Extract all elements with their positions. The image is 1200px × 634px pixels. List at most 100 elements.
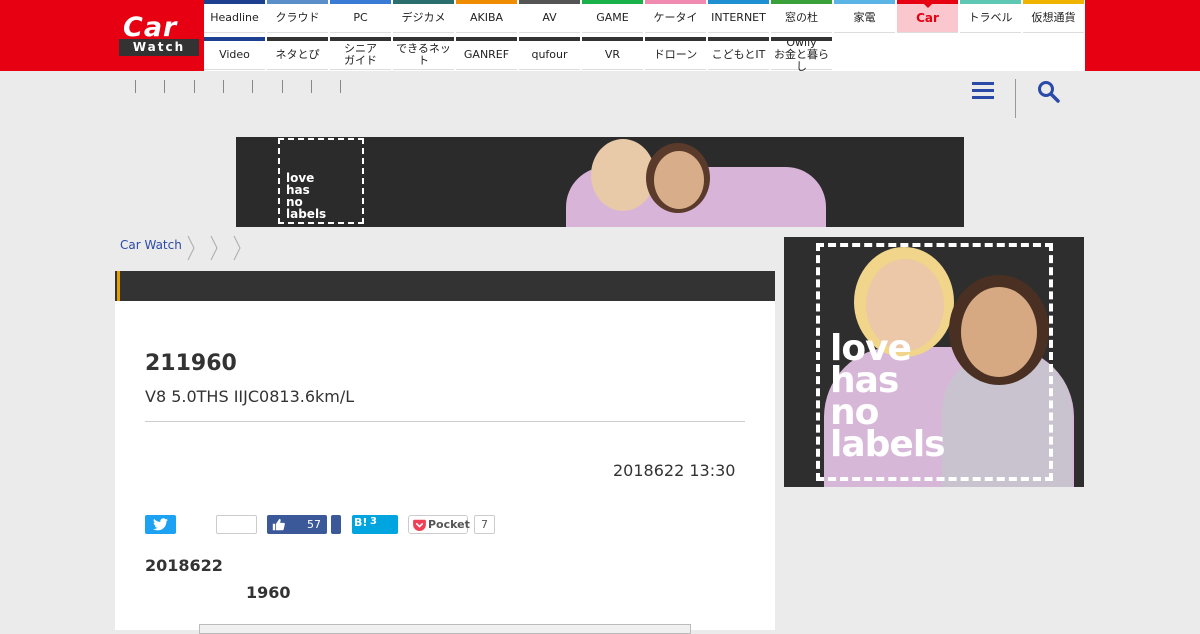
nav-item[interactable]: シニア ガイド (330, 37, 391, 70)
nav-item-label: Owlly お金と暮らし (774, 36, 829, 73)
nav-item-color-bar (330, 37, 391, 41)
nav-item[interactable]: GANREF (456, 37, 517, 70)
search-icon[interactable] (1037, 80, 1061, 104)
nav-item-color-bar (645, 37, 706, 41)
nav-item-color-bar (267, 0, 328, 4)
nav-item-label: できるネット (396, 42, 451, 67)
subnav-separator (135, 80, 136, 93)
nav-item-label: qufour (531, 48, 568, 61)
subnav-separator (193, 80, 195, 93)
nav-item-color-bar (456, 0, 517, 4)
nav-item-label: GAME (596, 11, 629, 24)
side-ad-text: love has no labels (830, 331, 946, 465)
breadcrumb-chevron-icon (187, 235, 195, 261)
article-body-line: 1960 (246, 583, 291, 602)
nav-item-color-bar (519, 37, 580, 41)
nav-item-label: デジカメ (401, 11, 446, 24)
side-ad-text-line: labels (830, 424, 946, 465)
nav-item[interactable]: 仮想通貨 (1023, 0, 1084, 33)
article-date: 2018622 13:30 (613, 461, 736, 480)
nav-item[interactable]: ネタとぴ (267, 37, 328, 70)
nav-item[interactable]: Headline (204, 0, 265, 33)
nav-item[interactable]: ドローン (645, 37, 706, 70)
site-nav: Headline クラウド PC デジカメ AKIBA AV GAME ケータイ INTERNE… (204, 0, 1085, 73)
nav-item-label: VR (604, 48, 621, 61)
nav-item[interactable]: PC (330, 0, 391, 33)
nav-item[interactable]: INTERNET (708, 0, 769, 33)
nav-item-color-bar (771, 37, 832, 41)
hatena-bookmark-button[interactable]: B! 3 (352, 515, 398, 534)
subnav-separator (281, 80, 283, 93)
active-indicator-icon (924, 4, 932, 8)
nav-item[interactable]: デジカメ (393, 0, 454, 33)
nav-item-label: シニア ガイド (344, 42, 377, 67)
title-divider (145, 421, 745, 422)
thumbs-up-icon (272, 518, 285, 531)
nav-item[interactable]: VR (582, 37, 643, 70)
ad-logo-box: love has no labels (278, 138, 364, 224)
nav-item-label: 仮想通貨 (1031, 11, 1076, 24)
pocket-icon (413, 519, 426, 531)
breadcrumb-chevron-icon (233, 235, 241, 261)
breadcrumb-home-link[interactable]: Car Watch (120, 238, 182, 252)
nav-item-label: Video (219, 48, 250, 61)
pocket-count: 7 (474, 515, 495, 534)
nav-item[interactable]: 窓の杜 (771, 0, 832, 33)
facebook-count: 57 (307, 518, 321, 531)
menu-icon[interactable] (972, 82, 994, 100)
nav-item-label: 家電 (853, 11, 876, 24)
nav-item-label: ケータイ (653, 11, 698, 24)
site-header: Car Watch Headline クラウド PC デジカメ AKIBA AV GAME ケ… (0, 0, 1200, 73)
nav-item[interactable]: トラベル (960, 0, 1021, 33)
ad-text-line: labels (286, 207, 327, 221)
side-ad[interactable]: love has no labels (784, 237, 1084, 487)
breadcrumb-chevron-icon (210, 235, 218, 261)
pocket-button[interactable]: Pocket (408, 515, 470, 534)
nav-item-label: GANREF (463, 48, 510, 61)
nav-item[interactable]: こどもとIT (708, 37, 769, 70)
subnav-separator (164, 80, 166, 93)
nav-item[interactable]: ケータイ (645, 0, 706, 33)
nav-item[interactable]: Video (204, 37, 265, 70)
logo-car-text: Car (123, 12, 178, 43)
car-watch-logo[interactable]: Car Watch (119, 14, 199, 56)
nav-item[interactable]: クラウド (267, 0, 328, 33)
nav-item[interactable]: 家電 (834, 0, 895, 33)
top-banner-ad[interactable]: love has no labels (236, 137, 964, 227)
nav-item-color-bar (393, 37, 454, 41)
twitter-icon (153, 518, 168, 531)
article-title: 211960 (145, 351, 237, 376)
nav-item[interactable]: AKIBA (456, 0, 517, 33)
nav-item-label: トラベル (968, 11, 1013, 24)
nav-item[interactable]: できるネット (393, 37, 454, 70)
subnav-separator (310, 80, 312, 93)
hatena-label: B! (354, 516, 368, 529)
nav-item[interactable]: AV (519, 0, 580, 33)
nav-item-label: クラウド (275, 11, 320, 24)
nav-item[interactable]: GAME (582, 0, 643, 33)
hatena-count: 3 (370, 516, 377, 527)
nav-item-label: PC (353, 11, 368, 24)
category-bar-accent (117, 271, 120, 301)
breadcrumb: Car Watch (120, 238, 182, 252)
nav-item-label: AKIBA (469, 11, 504, 24)
twitter-share-button[interactable] (145, 515, 176, 534)
nav-item-color-bar (645, 0, 706, 4)
nav-item[interactable]: qufour (519, 37, 580, 70)
facebook-like-button[interactable]: 57 (267, 515, 327, 534)
subnav-separator (252, 80, 254, 93)
nav-item-color-bar (708, 0, 769, 4)
header-divider (1015, 79, 1016, 118)
nav-item-color-bar (204, 37, 265, 41)
article-subtitle: V8 5.0THS IIJC0813.6km/L (145, 387, 355, 406)
nav-item-label: ネタとぴ (275, 48, 320, 61)
article-body-line: 2018622 (145, 556, 223, 575)
nav-item-label: Car (916, 11, 939, 25)
nav-item-label: 窓の杜 (785, 11, 818, 24)
nav-item-label: INTERNET (711, 11, 766, 24)
nav-item[interactable]: Owlly お金と暮らし (771, 36, 832, 73)
nav-item-color-bar (708, 37, 769, 41)
facebook-share-tail[interactable] (331, 515, 341, 534)
nav-item-color-bar (267, 37, 328, 41)
nav-item[interactable]: Car (897, 0, 958, 33)
